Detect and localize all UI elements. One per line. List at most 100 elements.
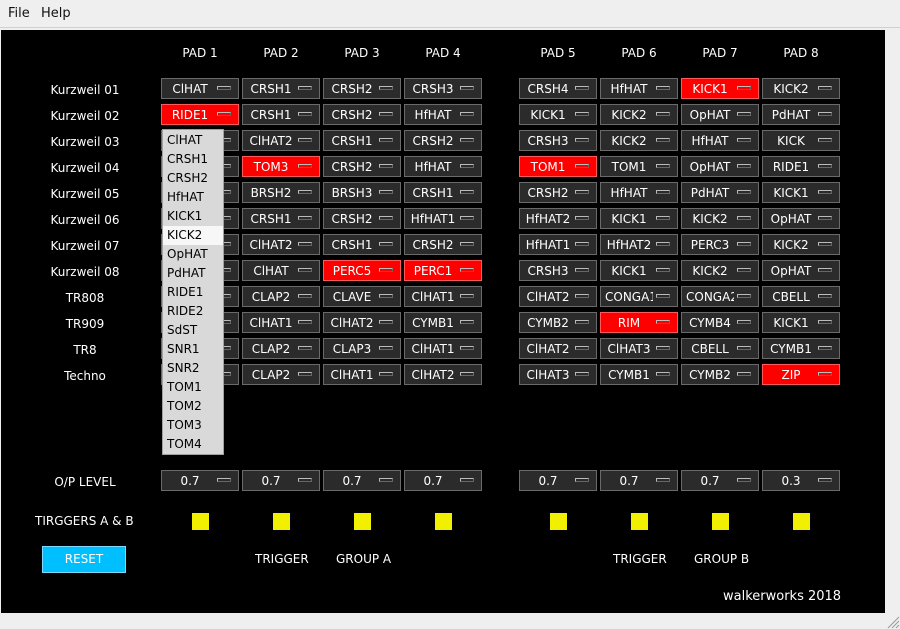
- pad-selector[interactable]: ClHAT2: [242, 130, 320, 151]
- pad-selector[interactable]: KICK1: [762, 312, 840, 333]
- pad-selector[interactable]: BRSH3: [323, 182, 401, 203]
- pad-selector[interactable]: HfHAT: [681, 130, 759, 151]
- pad-selector[interactable]: ClHAT3: [600, 338, 678, 359]
- dropdown-option[interactable]: HfHAT: [163, 188, 223, 207]
- pad-selector[interactable]: CRSH1: [323, 130, 401, 151]
- dropdown-option[interactable]: KICK2: [163, 226, 223, 245]
- pad-selector[interactable]: PdHAT: [681, 182, 759, 203]
- pad-selector[interactable]: KICK1: [600, 208, 678, 229]
- pad-selector[interactable]: TOM1: [519, 156, 597, 177]
- dropdown-option[interactable]: TOM1: [163, 378, 223, 397]
- pad-selector[interactable]: ClHAT3: [519, 364, 597, 385]
- dropdown-option[interactable]: RIDE2: [163, 302, 223, 321]
- resize-grip-icon[interactable]: [884, 613, 900, 629]
- dropdown-option[interactable]: SNR1: [163, 340, 223, 359]
- pad-selector[interactable]: CRSH2: [323, 208, 401, 229]
- pad-selector[interactable]: KICK: [762, 130, 840, 151]
- pad-selector[interactable]: BRSH2: [242, 182, 320, 203]
- op-level-selector[interactable]: 0.3: [762, 470, 840, 491]
- pad-selector[interactable]: CBELL: [681, 338, 759, 359]
- pad-selector[interactable]: RIDE1: [762, 156, 840, 177]
- pad-selector[interactable]: CRSH1: [404, 182, 482, 203]
- pad-selector[interactable]: KICK1: [519, 104, 597, 125]
- pad-trigger-button[interactable]: [631, 513, 648, 530]
- pad-selector[interactable]: CRSH1: [242, 104, 320, 125]
- pad-selector[interactable]: CRSH2: [323, 104, 401, 125]
- pad-selector[interactable]: CRSH2: [323, 78, 401, 99]
- pad-selector[interactable]: OpHAT: [681, 104, 759, 125]
- pad-selector[interactable]: CYMB1: [600, 364, 678, 385]
- pad-selector[interactable]: ClHAT2: [519, 338, 597, 359]
- pad-selector[interactable]: CRSH2: [519, 182, 597, 203]
- pad-trigger-button[interactable]: [712, 513, 729, 530]
- pad-selector[interactable]: CLAP2: [242, 364, 320, 385]
- pad-selector[interactable]: CYMB2: [519, 312, 597, 333]
- pad-selector[interactable]: TOM3: [242, 156, 320, 177]
- pad-selector[interactable]: CRSH1: [242, 78, 320, 99]
- pad-selector[interactable]: CRSH1: [323, 234, 401, 255]
- reset-button[interactable]: RESET: [42, 546, 126, 573]
- pad-selector[interactable]: HfHAT: [404, 156, 482, 177]
- pad-selector[interactable]: CYMB4: [681, 312, 759, 333]
- pad-trigger-button[interactable]: [435, 513, 452, 530]
- op-level-selector[interactable]: 0.7: [600, 470, 678, 491]
- op-level-selector[interactable]: 0.7: [519, 470, 597, 491]
- pad-selector[interactable]: CONGA1: [600, 286, 678, 307]
- op-level-selector[interactable]: 0.7: [242, 470, 320, 491]
- pad-selector[interactable]: KICK2: [762, 78, 840, 99]
- pad-selector[interactable]: OpHAT: [762, 208, 840, 229]
- pad-selector[interactable]: CBELL: [762, 286, 840, 307]
- dropdown-option[interactable]: SdST: [163, 321, 223, 340]
- dropdown-option[interactable]: RIDE1: [163, 283, 223, 302]
- pad-selector[interactable]: HfHAT: [600, 78, 678, 99]
- dropdown-option[interactable]: TOM3: [163, 416, 223, 435]
- pad-selector[interactable]: RIM: [600, 312, 678, 333]
- pad-selector[interactable]: KICK2: [681, 260, 759, 281]
- dropdown-option[interactable]: KICK1: [163, 207, 223, 226]
- pad-trigger-button[interactable]: [273, 513, 290, 530]
- pad-selector[interactable]: KICK2: [600, 130, 678, 151]
- pad-selector[interactable]: CRSH1: [242, 208, 320, 229]
- pad-selector[interactable]: HfHAT2: [600, 234, 678, 255]
- pad-selector[interactable]: ClHAT: [161, 78, 239, 99]
- pad-selector[interactable]: HfHAT1: [519, 234, 597, 255]
- pad-selector[interactable]: ClHAT1: [242, 312, 320, 333]
- pad-trigger-button[interactable]: [550, 513, 567, 530]
- dropdown-option[interactable]: SNR2: [163, 359, 223, 378]
- dropdown-option[interactable]: TOM2: [163, 397, 223, 416]
- pad-selector[interactable]: CLAP2: [242, 338, 320, 359]
- op-level-selector[interactable]: 0.7: [323, 470, 401, 491]
- pad-selector[interactable]: CRSH2: [323, 156, 401, 177]
- dropdown-option[interactable]: CRSH1: [163, 150, 223, 169]
- pad-selector[interactable]: ClHAT1: [404, 338, 482, 359]
- pad-selector[interactable]: CYMB2: [681, 364, 759, 385]
- op-level-selector[interactable]: 0.7: [161, 470, 239, 491]
- pad-selector[interactable]: ClHAT: [242, 260, 320, 281]
- pad-selector[interactable]: ClHAT2: [323, 312, 401, 333]
- pad-selector[interactable]: KICK1: [762, 182, 840, 203]
- pad-selector[interactable]: ClHAT2: [242, 234, 320, 255]
- pad-selector[interactable]: TOM1: [600, 156, 678, 177]
- pad-selector[interactable]: PERC1: [404, 260, 482, 281]
- pad-selector[interactable]: HfHAT2: [519, 208, 597, 229]
- pad-selector[interactable]: ClHAT2: [404, 364, 482, 385]
- pad-selector[interactable]: CLAVE: [323, 286, 401, 307]
- pad-selector[interactable]: ClHAT1: [323, 364, 401, 385]
- dropdown-option[interactable]: TOM4: [163, 435, 223, 454]
- pad-selector[interactable]: HfHAT1: [404, 208, 482, 229]
- pad-selector[interactable]: CRSH2: [404, 234, 482, 255]
- dropdown-option[interactable]: PdHAT: [163, 264, 223, 283]
- pad-selector[interactable]: KICK2: [762, 234, 840, 255]
- dropdown-option[interactable]: ClHAT: [163, 131, 223, 150]
- pad-selector[interactable]: OpHAT: [762, 260, 840, 281]
- dropdown-option[interactable]: CRSH2: [163, 169, 223, 188]
- op-level-selector[interactable]: 0.7: [681, 470, 759, 491]
- pad-selector[interactable]: ZIP: [762, 364, 840, 385]
- op-level-selector[interactable]: 0.7: [404, 470, 482, 491]
- pad-selector[interactable]: CRSH4: [519, 78, 597, 99]
- pad-selector[interactable]: CRSH3: [519, 260, 597, 281]
- menu-help[interactable]: Help: [41, 6, 71, 21]
- pad-selector[interactable]: KICK2: [681, 208, 759, 229]
- pad-trigger-button[interactable]: [354, 513, 371, 530]
- pad-selector[interactable]: CLAP3: [323, 338, 401, 359]
